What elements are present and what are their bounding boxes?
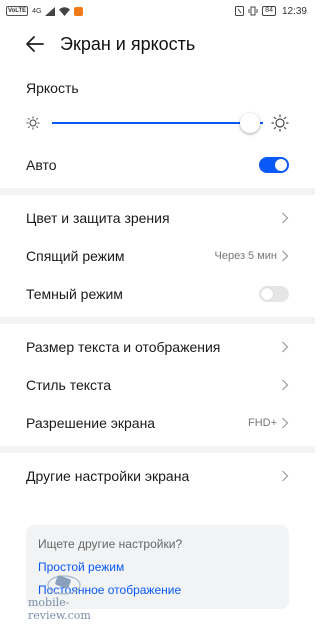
notification-app-icon [74,6,84,16]
resolution-value: FHD+ [247,417,277,429]
signal-indicator: 4G [32,7,42,15]
more-display-settings-row[interactable]: Другие настройки экрана [0,457,315,495]
auto-brightness-toggle[interactable] [259,157,289,173]
wifi-icon [59,6,71,16]
chevron-right-icon [282,212,289,224]
section-divider [0,446,315,453]
watermark-text: mobile-review.com [28,596,91,622]
row-label: Разрешение экрана [26,415,156,431]
status-right: 84 12:39 [235,6,307,17]
sun-large-icon [271,114,289,132]
brightness-label: Яркость [26,80,79,96]
resolution-row[interactable]: Разрешение экрана FHD+ [0,404,315,442]
card-question: Ищете другие настройки? [38,537,183,551]
row-label: Цвет и защита зрения [26,210,170,226]
brightness-slider-row [26,104,289,142]
back-arrow-icon[interactable] [24,33,46,55]
chevron-right-icon [282,379,289,391]
page-title: Экран и яркость [60,33,196,54]
chevron-right-icon [282,341,289,353]
app-bar: Экран и яркость [0,22,315,66]
chevron-right-icon [282,470,289,482]
text-style-row[interactable]: Стиль текста [0,366,315,404]
row-label: Размер текста и отображения [26,339,221,355]
battery-icon: 84 [262,6,276,16]
dark-mode-row[interactable]: Темный режим [0,275,315,313]
row-label: Темный режим [26,286,123,302]
sun-small-icon [26,116,40,130]
status-bar: VoLTE 4G 84 12:39 [0,0,315,22]
brightness-section: Яркость [0,66,315,142]
row-label: Стиль текста [26,377,112,393]
dark-mode-toggle[interactable] [259,286,289,302]
row-label: Спящий режим [26,248,125,264]
signal-icon [45,6,56,16]
sleep-value: Через 5 мин [214,250,278,262]
sleep-row[interactable]: Спящий режим Через 5 мин [0,237,315,275]
chevron-right-icon [282,250,289,262]
nfc-icon [235,6,245,16]
status-time: 12:39 [281,5,307,17]
watermark-phone-icon [47,575,81,595]
auto-label: Авто [26,157,57,173]
text-size-row[interactable]: Размер текста и отображения [0,328,315,366]
auto-brightness-row[interactable]: Авто [0,146,315,184]
watermark-logo: mobile-review.com [28,572,108,622]
eye-comfort-row[interactable]: Цвет и защита зрения [0,199,315,237]
brightness-slider[interactable] [52,113,263,133]
volte-badge: VoLTE [6,6,29,16]
row-label: Другие настройки экрана [26,468,190,484]
section-divider [0,188,315,195]
vibrate-icon [248,6,258,16]
status-left: VoLTE 4G [6,6,84,16]
brightness-slider-thumb[interactable] [240,113,261,133]
chevron-right-icon [282,417,289,429]
section-divider [0,317,315,324]
